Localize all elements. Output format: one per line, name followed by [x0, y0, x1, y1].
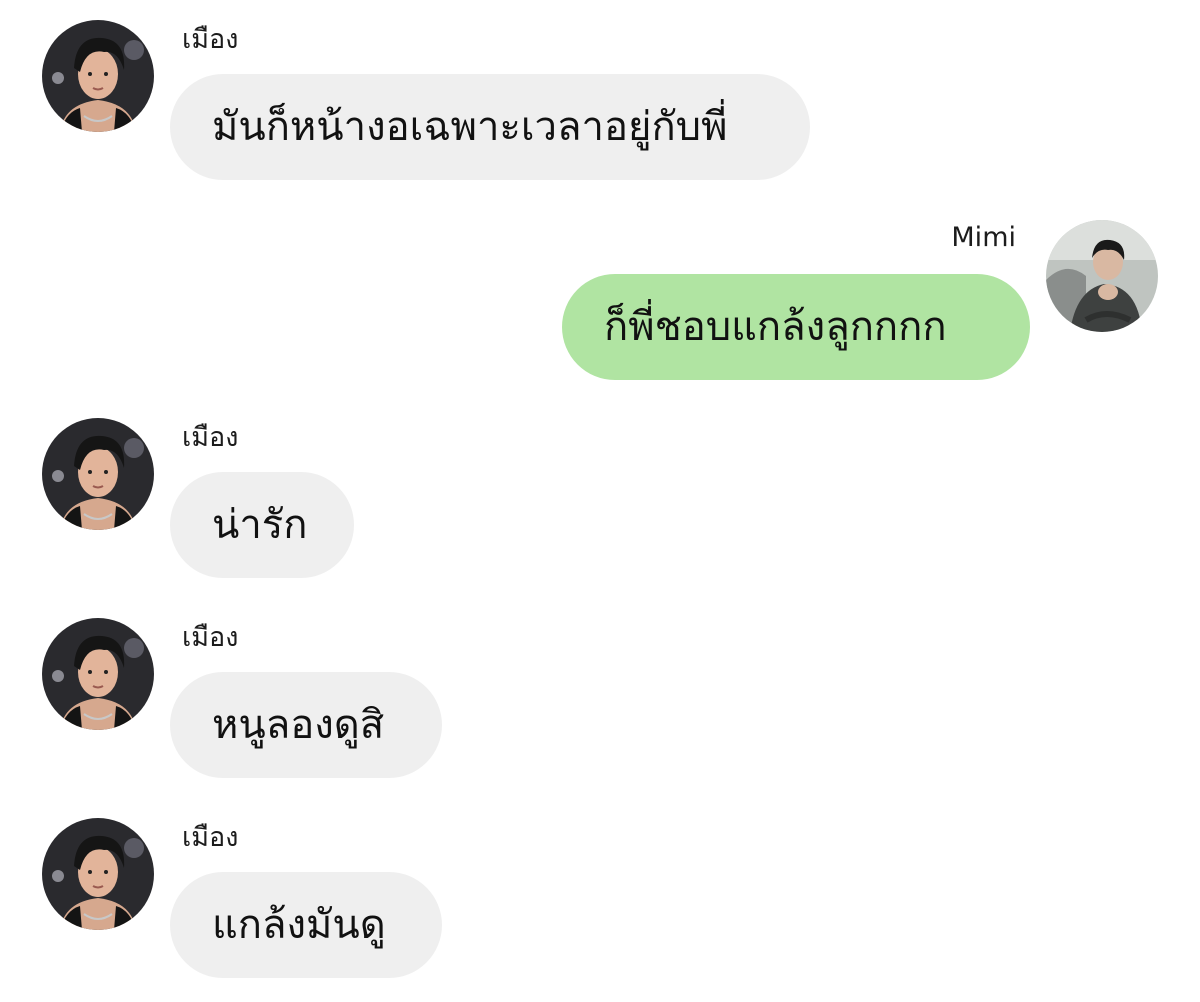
avatar-photo-icon: [42, 818, 154, 930]
sender-avatar[interactable]: [42, 818, 154, 930]
message-bubble-incoming[interactable]: มันก็หน้างอเฉพาะเวลาอยู่กับพี่: [170, 74, 810, 180]
chat-conversation: เมือง มันก็หน้างอเฉพาะเวลาอยู่กับพี่ Mim…: [0, 0, 1200, 1002]
avatar-photo-icon: [42, 418, 154, 530]
message-bubble-incoming[interactable]: แกล้งมันดู: [170, 872, 442, 978]
sender-name: Mimi: [951, 222, 1016, 253]
message-bubble-outgoing[interactable]: ก็พี่ชอบแกล้งลูกกกก: [562, 274, 1030, 380]
sender-name: เมือง: [182, 822, 239, 853]
sender-avatar[interactable]: [42, 418, 154, 530]
sender-avatar[interactable]: [42, 618, 154, 730]
sender-avatar[interactable]: [1046, 220, 1158, 332]
sender-name: เมือง: [182, 422, 239, 453]
sender-name: เมือง: [182, 24, 239, 55]
sender-name: เมือง: [182, 622, 239, 653]
avatar-photo-icon: [1046, 220, 1158, 332]
sender-avatar[interactable]: [42, 20, 154, 132]
avatar-photo-icon: [42, 618, 154, 730]
avatar-photo-icon: [42, 20, 154, 132]
message-bubble-incoming[interactable]: หนูลองดูสิ: [170, 672, 442, 778]
message-bubble-incoming[interactable]: น่ารัก: [170, 472, 354, 578]
